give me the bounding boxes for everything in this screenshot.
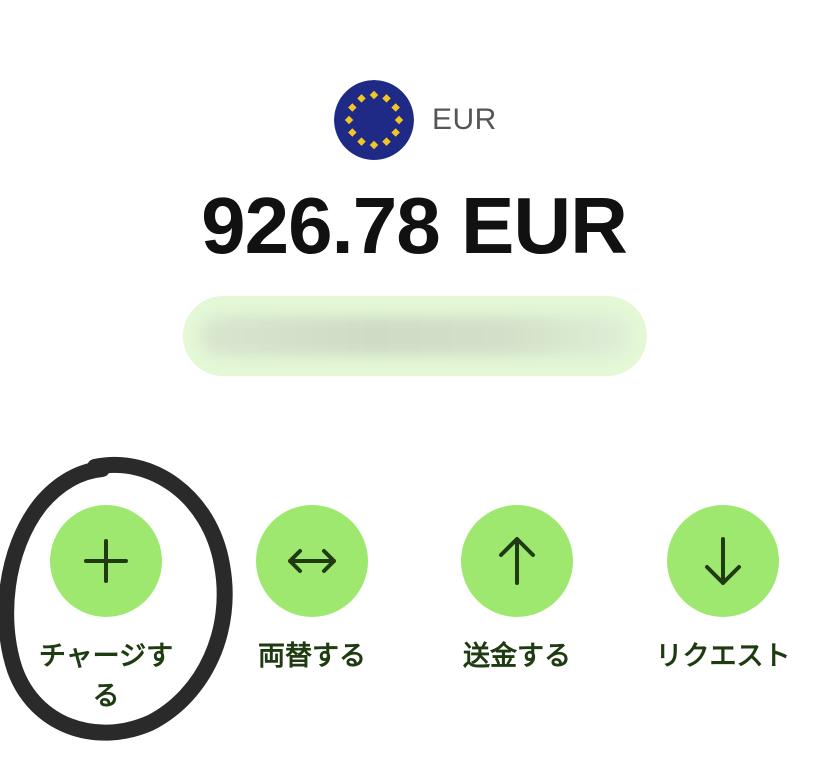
request-label: リクエスト	[655, 641, 791, 672]
request-action[interactable]: リクエスト	[623, 505, 823, 677]
plus-icon	[84, 539, 128, 583]
currency-code: EUR	[432, 103, 497, 136]
blurred-content	[201, 316, 629, 356]
top-up-action[interactable]: チャージする	[6, 505, 206, 717]
send-label: 送金する	[463, 641, 571, 672]
send-action[interactable]: 送金する	[417, 505, 617, 677]
top-up-label: チャージする	[38, 641, 174, 712]
eu-flag-icon	[334, 80, 414, 160]
convert-label: 両替する	[258, 641, 366, 672]
arrow-down-icon	[705, 537, 741, 585]
balance-amount: 926.78 EUR	[201, 181, 628, 270]
top-up-button[interactable]	[50, 505, 162, 617]
request-button[interactable]	[667, 505, 779, 617]
blurred-info-pill[interactable]	[183, 296, 647, 376]
arrow-up-icon	[499, 537, 535, 585]
convert-button[interactable]	[256, 505, 368, 617]
currency-selector[interactable]: EUR	[334, 80, 497, 160]
swap-arrows-icon	[288, 549, 336, 573]
convert-action[interactable]: 両替する	[212, 505, 412, 677]
send-button[interactable]	[461, 505, 573, 617]
